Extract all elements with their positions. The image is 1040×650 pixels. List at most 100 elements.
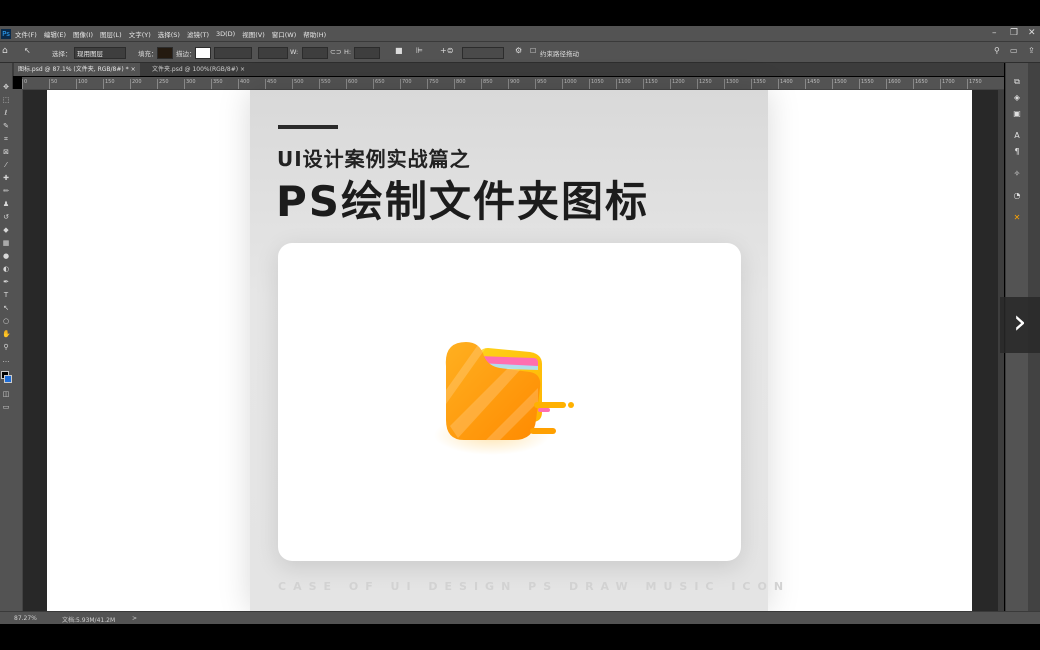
tab-close-icon[interactable]: ×: [131, 66, 136, 73]
horizontal-ruler[interactable]: 0 50 100 150 200 250 300 350 400 450 500 550 600 650 7…: [22, 77, 1004, 90]
artboard-footer-text: CASE OF UI DESIGN PS DRAW MUSIC ICON: [278, 580, 791, 593]
artboard-subtitle: UI设计案例实战篇之: [277, 147, 471, 171]
ruler-tick-label: 650: [373, 79, 385, 89]
history-panel-icon[interactable]: ⧉: [1012, 77, 1022, 87]
share-icon[interactable]: ⇪: [1028, 46, 1035, 55]
more-tools-icon[interactable]: …: [2, 356, 10, 364]
ruler-tick-label: 1500: [832, 79, 847, 89]
select-dropdown-value: 现用图层: [77, 50, 103, 58]
crop-tool-icon[interactable]: ⌗: [2, 135, 10, 143]
menu-file[interactable]: 文件(F): [15, 29, 37, 39]
ruler-tick-label: 150: [103, 79, 115, 89]
tab-close-icon[interactable]: ×: [240, 66, 245, 73]
link-icon[interactable]: ⊂⊃: [330, 48, 342, 56]
menu-help[interactable]: 帮助(H): [303, 29, 326, 39]
home-icon[interactable]: ⌂: [2, 46, 8, 56]
title-accent-line: [278, 125, 338, 129]
vertical-ruler[interactable]: [12, 89, 23, 611]
dodge-tool-icon[interactable]: ◐: [2, 265, 10, 273]
adjustments-panel-icon[interactable]: ✧: [1012, 169, 1022, 179]
paragraph-panel-icon[interactable]: ¶: [1012, 147, 1022, 157]
hand-tool-icon[interactable]: ✋: [2, 330, 11, 338]
path-selection-tool-icon[interactable]: ↖: [2, 304, 10, 312]
ruler-tick-label: 1650: [913, 79, 928, 89]
gradient-tool-icon[interactable]: ▦: [2, 239, 10, 247]
path-operations-icon[interactable]: ■: [395, 46, 403, 55]
lasso-tool-icon[interactable]: ℓ: [2, 109, 10, 117]
clone-stamp-icon[interactable]: ♟: [2, 200, 10, 208]
search-icon[interactable]: ⚲: [994, 46, 1000, 55]
ruler-tick-label: 900: [508, 79, 520, 89]
gear-icon[interactable]: ⚙: [515, 46, 522, 55]
eyedropper-tool-icon[interactable]: ⁄: [2, 161, 10, 169]
ruler-tick-label: 1350: [751, 79, 766, 89]
fill-swatch[interactable]: [157, 47, 173, 59]
folder-icon: [434, 342, 574, 455]
stroke-type-dropdown[interactable]: [258, 47, 288, 59]
artboard-title: PS绘制文件夹图标: [276, 177, 650, 226]
history-brush-icon[interactable]: ↺: [2, 213, 10, 221]
type-tool-icon[interactable]: T: [2, 291, 10, 299]
ruler-tick-label: 200: [130, 79, 142, 89]
layers-panel-icon[interactable]: ◈: [1012, 93, 1022, 103]
tools-panel-icon[interactable]: ✕: [1012, 213, 1022, 223]
eraser-tool-icon[interactable]: ◆: [2, 226, 10, 234]
menu-edit[interactable]: 编辑(E): [44, 29, 66, 39]
letterbox-top: [0, 0, 1040, 26]
move-tool-icon[interactable]: ✥: [2, 83, 10, 91]
close-icon[interactable]: ✕: [1028, 26, 1036, 40]
quick-select-tool-icon[interactable]: ✎: [2, 122, 10, 130]
menu-image[interactable]: 图像(I): [73, 29, 93, 39]
status-arrow-icon[interactable]: >: [132, 615, 137, 622]
background-color-swatch[interactable]: [4, 375, 12, 383]
marquee-tool-icon[interactable]: ⬚: [2, 96, 10, 104]
next-slide-button[interactable]: ›: [1000, 297, 1040, 353]
menu-type[interactable]: 文字(Y): [129, 29, 151, 39]
pen-tool-icon[interactable]: ✒: [2, 278, 10, 286]
stroke-width-input[interactable]: [214, 47, 252, 59]
brush-tool-icon[interactable]: ✏: [2, 187, 10, 195]
ruler-tick-label: 400: [238, 79, 250, 89]
constrain-checkbox[interactable]: ☐: [530, 47, 536, 55]
minimize-icon[interactable]: –: [992, 26, 997, 40]
stroke-swatch[interactable]: [195, 47, 211, 59]
width-input[interactable]: [302, 47, 328, 59]
path-alignment-icon[interactable]: ⊫: [416, 46, 423, 55]
blur-tool-icon[interactable]: ●: [2, 252, 10, 260]
menu-window[interactable]: 窗口(W): [272, 29, 297, 39]
ruler-tick-label: 600: [346, 79, 358, 89]
menu-layer[interactable]: 图层(L): [100, 29, 122, 39]
ruler-tick-label: 1050: [589, 79, 604, 89]
menu-3d[interactable]: 3D(D): [216, 30, 235, 38]
fill-label: 填充：: [138, 50, 158, 58]
stroke-label: 描边：: [176, 50, 196, 58]
healing-brush-icon[interactable]: ✚: [2, 174, 10, 182]
align-edges-button[interactable]: [462, 47, 504, 59]
ruler-tick-label: 1200: [670, 79, 685, 89]
tab-icon-psd[interactable]: 图标.psd @ 87.1% (文件夹, RGB/8#) * ×: [14, 63, 140, 76]
restore-icon[interactable]: ❐: [1010, 26, 1018, 40]
menu-view[interactable]: 视图(V): [242, 29, 265, 39]
ruler-tick-label: 0: [22, 79, 27, 89]
ruler-tick-label: 1100: [616, 79, 631, 89]
frame-tool-icon[interactable]: ⊠: [2, 148, 10, 156]
quick-mask-icon[interactable]: ◫: [2, 390, 10, 398]
menu-select[interactable]: 选择(S): [158, 29, 180, 39]
tab-folder-psd[interactable]: 文件夹.psd @ 100%(RGB/8#) ×: [148, 63, 249, 76]
character-panel-icon[interactable]: A: [1012, 131, 1022, 141]
ruler-tick-label: 800: [454, 79, 466, 89]
options-bar: ⌂ ↖ 选择： 现用图层 填充： 描边： W: ⊂⊃ H: ■ ⊫ +⊜ ⚙ ☐…: [0, 42, 1040, 63]
properties-panel-icon[interactable]: ◔: [1012, 191, 1022, 201]
path-arrangement-icon[interactable]: +⊜: [440, 46, 453, 55]
zoom-tool-icon[interactable]: ⚲: [2, 343, 10, 351]
shape-tool-icon[interactable]: ○: [2, 317, 10, 325]
zoom-level[interactable]: 87.27%: [14, 615, 37, 622]
ruler-tick-label: 1150: [643, 79, 658, 89]
menu-filter[interactable]: 滤镜(T): [187, 29, 209, 39]
workspace-icon[interactable]: ▭: [1010, 46, 1018, 55]
height-input[interactable]: [354, 47, 380, 59]
path-select-tool-icon[interactable]: ↖: [24, 46, 31, 55]
screen-mode-icon[interactable]: ▭: [2, 403, 10, 411]
channels-panel-icon[interactable]: ▣: [1012, 109, 1022, 119]
ruler-tick-label: 1550: [859, 79, 874, 89]
